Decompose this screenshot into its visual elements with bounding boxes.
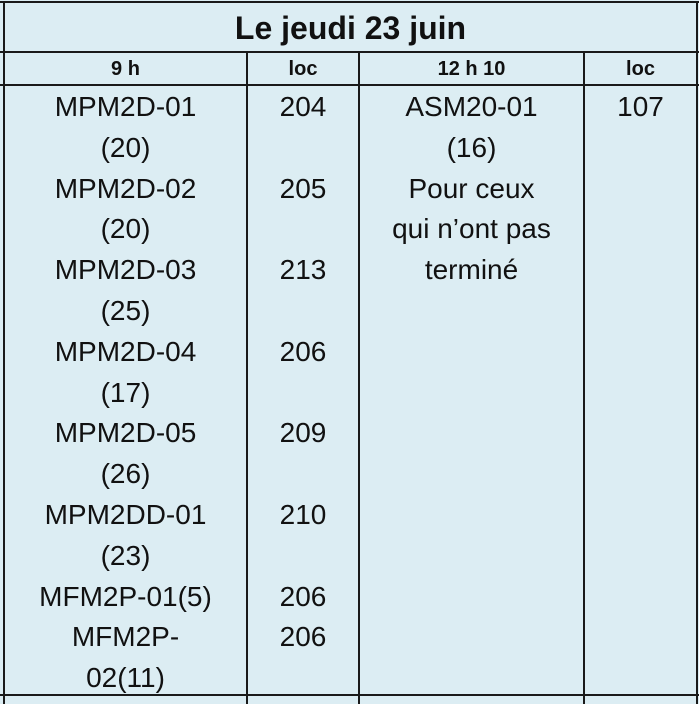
room-line — [248, 536, 358, 577]
note-line: terminé — [424, 254, 519, 286]
course-line: MPM2D-05 — [54, 417, 197, 449]
course-line: 02(11) — [86, 662, 165, 694]
schedule-table: Le jeudi 23 juin 9 h loc 12 h 10 loc MPM… — [0, 0, 699, 704]
room-line: 206 — [279, 580, 327, 612]
column-loc-1: 204 205 213 206 209 210 206 206 — [248, 87, 358, 699]
course-line: (25) — [100, 294, 151, 326]
room-line: 213 — [279, 254, 327, 286]
room-line — [248, 128, 358, 169]
course-line: (17) — [100, 376, 151, 408]
room-line: 206 — [279, 621, 327, 653]
room-line: 209 — [279, 417, 327, 449]
course-line: (26) — [100, 458, 151, 490]
table-title: Le jeudi 23 juin — [234, 9, 467, 46]
course-line: (20) — [100, 213, 151, 245]
header-time-12h10: 12 h 10 — [437, 57, 506, 80]
table-border-right — [696, 1, 698, 704]
column-divider-3 — [583, 51, 585, 704]
note-line: qui n’ont pas — [392, 213, 551, 245]
course-line: MFM2P-01(5) — [39, 580, 212, 612]
course-line: MPM2D-04 — [54, 335, 197, 367]
course-line: MPM2DD-01 — [44, 498, 207, 530]
room-line: 206 — [279, 335, 327, 367]
room-line: 205 — [279, 172, 327, 204]
column-12h10-courses: ASM20-01 (16) Pour ceux qui n’ont pas te… — [360, 87, 583, 291]
course-line: MPM2D-03 — [54, 254, 197, 286]
header-loc-2: loc — [626, 57, 655, 80]
column-9h-courses: MPM2D-01 (20) MPM2D-02 (20) MPM2D-03 (25… — [5, 87, 246, 699]
room-line — [248, 454, 358, 495]
room-line: 107 — [617, 91, 664, 122]
course-line: MPM2D-01 — [54, 91, 197, 122]
column-loc-2: 107 — [585, 87, 696, 128]
header-loc-1: loc — [288, 57, 318, 80]
room-line — [248, 373, 358, 414]
course-line: (23) — [100, 539, 151, 571]
course-line: ASM20-01 — [405, 91, 538, 122]
room-line — [248, 209, 358, 250]
room-line: 210 — [279, 498, 327, 530]
header-divider — [0, 84, 699, 86]
room-line — [248, 658, 358, 699]
course-line: (20) — [100, 131, 151, 163]
room-line — [248, 291, 358, 332]
title-divider — [0, 51, 699, 53]
course-line: MPM2D-02 — [54, 172, 197, 204]
room-line: 204 — [279, 91, 327, 122]
note-line: Pour ceux — [408, 172, 535, 204]
course-line: (16) — [446, 131, 497, 163]
table-border-top — [0, 1, 699, 3]
header-time-9h: 9 h — [111, 57, 140, 80]
course-line: MFM2P- — [71, 621, 180, 653]
